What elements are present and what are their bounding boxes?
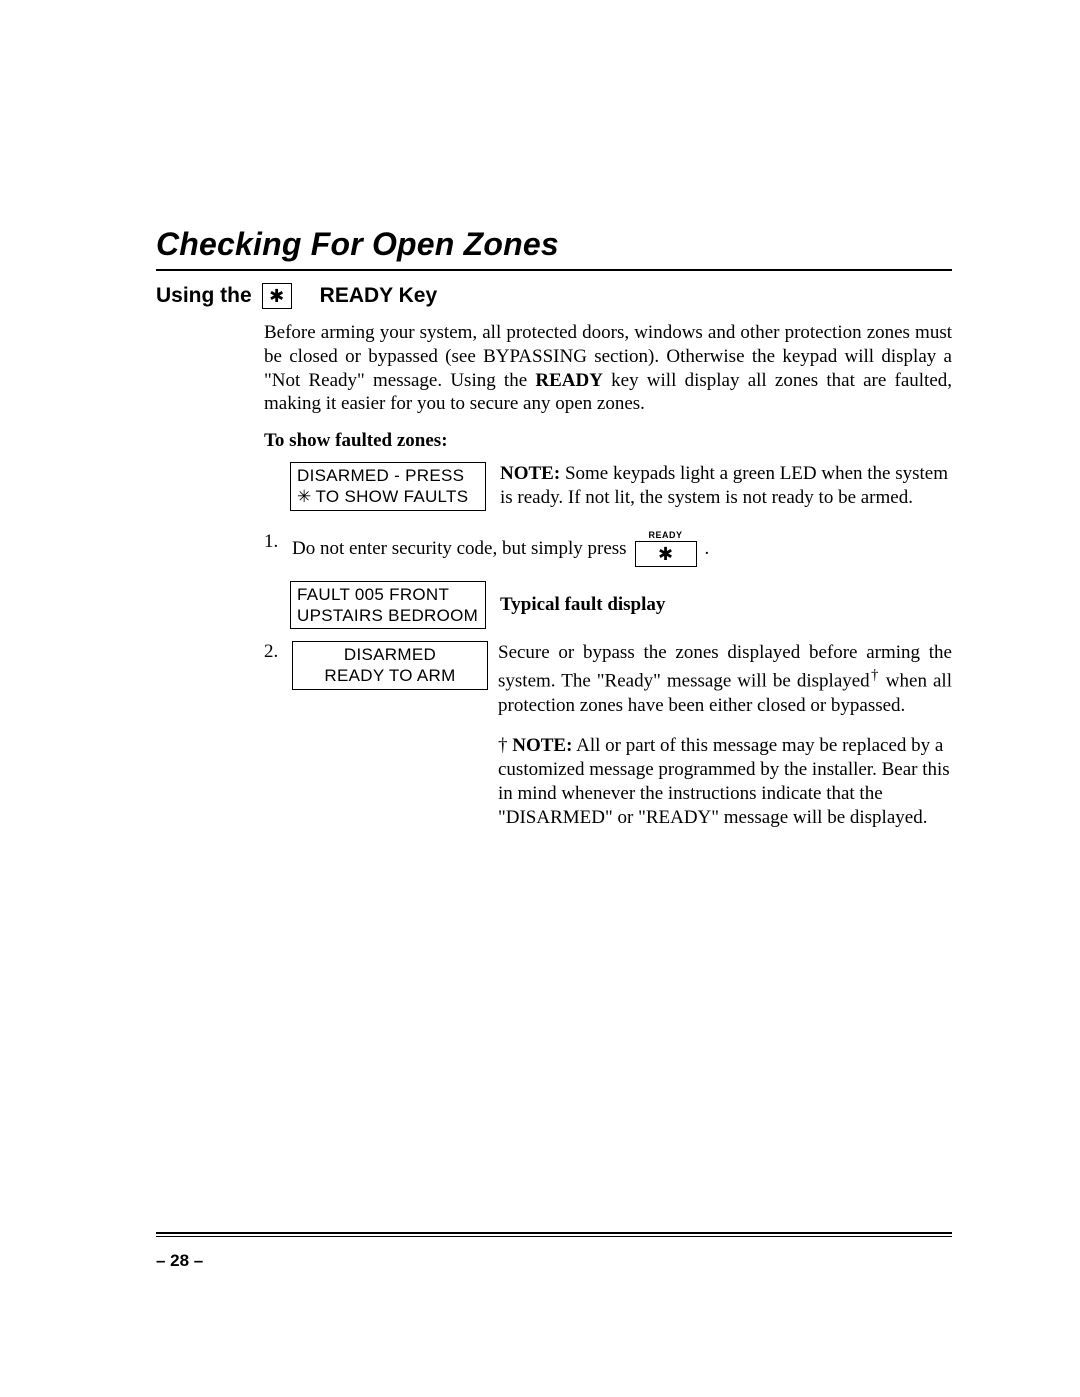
- lcd2-line1: FAULT 005 FRONT: [297, 584, 479, 605]
- body-column: Before arming your system, all protected…: [264, 321, 952, 829]
- page-title: Checking For Open Zones: [156, 226, 952, 263]
- lcd-display-ready: DISARMED READY TO ARM: [292, 641, 488, 690]
- row-lcd2: FAULT 005 FRONT UPSTAIRS BEDROOM Typical…: [290, 581, 952, 630]
- lcd1-line1: DISARMED - PRESS: [297, 465, 479, 486]
- step2-number: 2.: [264, 641, 282, 663]
- step1-text: Do not enter security code, but simply p…: [292, 538, 627, 560]
- subhead-post: READY Key: [320, 284, 438, 308]
- page-number: – 28 –: [156, 1251, 203, 1271]
- step1-number: 1.: [264, 531, 282, 553]
- footer-rule-thick: [156, 1232, 952, 1234]
- lcd1-line2: ✳ TO SHOW FAULTS: [297, 486, 479, 507]
- title-rule: [156, 269, 952, 271]
- step-1: 1. Do not enter security code, but simpl…: [264, 531, 952, 567]
- lcd3-line1: DISARMED: [299, 644, 481, 665]
- note-led: NOTE: Some keypads light a green LED whe…: [500, 462, 952, 510]
- lcd-display-fault: FAULT 005 FRONT UPSTAIRS BEDROOM: [290, 581, 486, 630]
- note-text: Some keypads light a green LED when the …: [500, 463, 948, 508]
- ready-key-icon: ✱: [635, 541, 697, 567]
- step1-body: Do not enter security code, but simply p…: [292, 531, 709, 567]
- typical-fault-label: Typical fault display: [500, 594, 665, 616]
- subhead-pre: Using the: [156, 284, 252, 308]
- ready-key-icon: ✱: [262, 283, 292, 309]
- footer-rule: [156, 1232, 952, 1237]
- lcd2-line2: UPSTAIRS BEDROOM: [297, 605, 479, 626]
- row-lcd1: DISARMED - PRESS ✳ TO SHOW FAULTS NOTE: …: [290, 462, 952, 511]
- footnote-dagger: †: [498, 735, 508, 756]
- footer-rule-thin: [156, 1236, 952, 1237]
- page-content: Checking For Open Zones Using the ✱ READ…: [156, 226, 952, 1267]
- ready-key-button: READY ✱: [635, 531, 697, 567]
- lcd3-line2: READY TO ARM: [299, 665, 481, 686]
- step1-period: .: [705, 538, 710, 560]
- step-2: 2. DISARMED READY TO ARM Secure or bypas…: [264, 641, 952, 829]
- footnote: † NOTE: All or part of this message may …: [498, 734, 952, 829]
- lcd1-line2-text: TO SHOW FAULTS: [316, 486, 469, 507]
- intro-paragraph: Before arming your system, all protected…: [264, 321, 952, 416]
- intro-bold: READY: [535, 370, 603, 391]
- lcd-display-disarmed-press: DISARMED - PRESS ✳ TO SHOW FAULTS: [290, 462, 486, 511]
- footnote-label: NOTE:: [508, 735, 573, 756]
- key-label-ready: READY: [649, 531, 683, 540]
- step2-paragraph: Secure or bypass the zones displayed bef…: [498, 641, 952, 829]
- dagger-symbol: †: [870, 667, 880, 683]
- star-icon: ✳: [297, 486, 312, 507]
- subheading-faulted: To show faulted zones:: [264, 430, 952, 452]
- note-label: NOTE:: [500, 463, 560, 484]
- section-heading: Using the ✱ READY Key: [156, 283, 952, 309]
